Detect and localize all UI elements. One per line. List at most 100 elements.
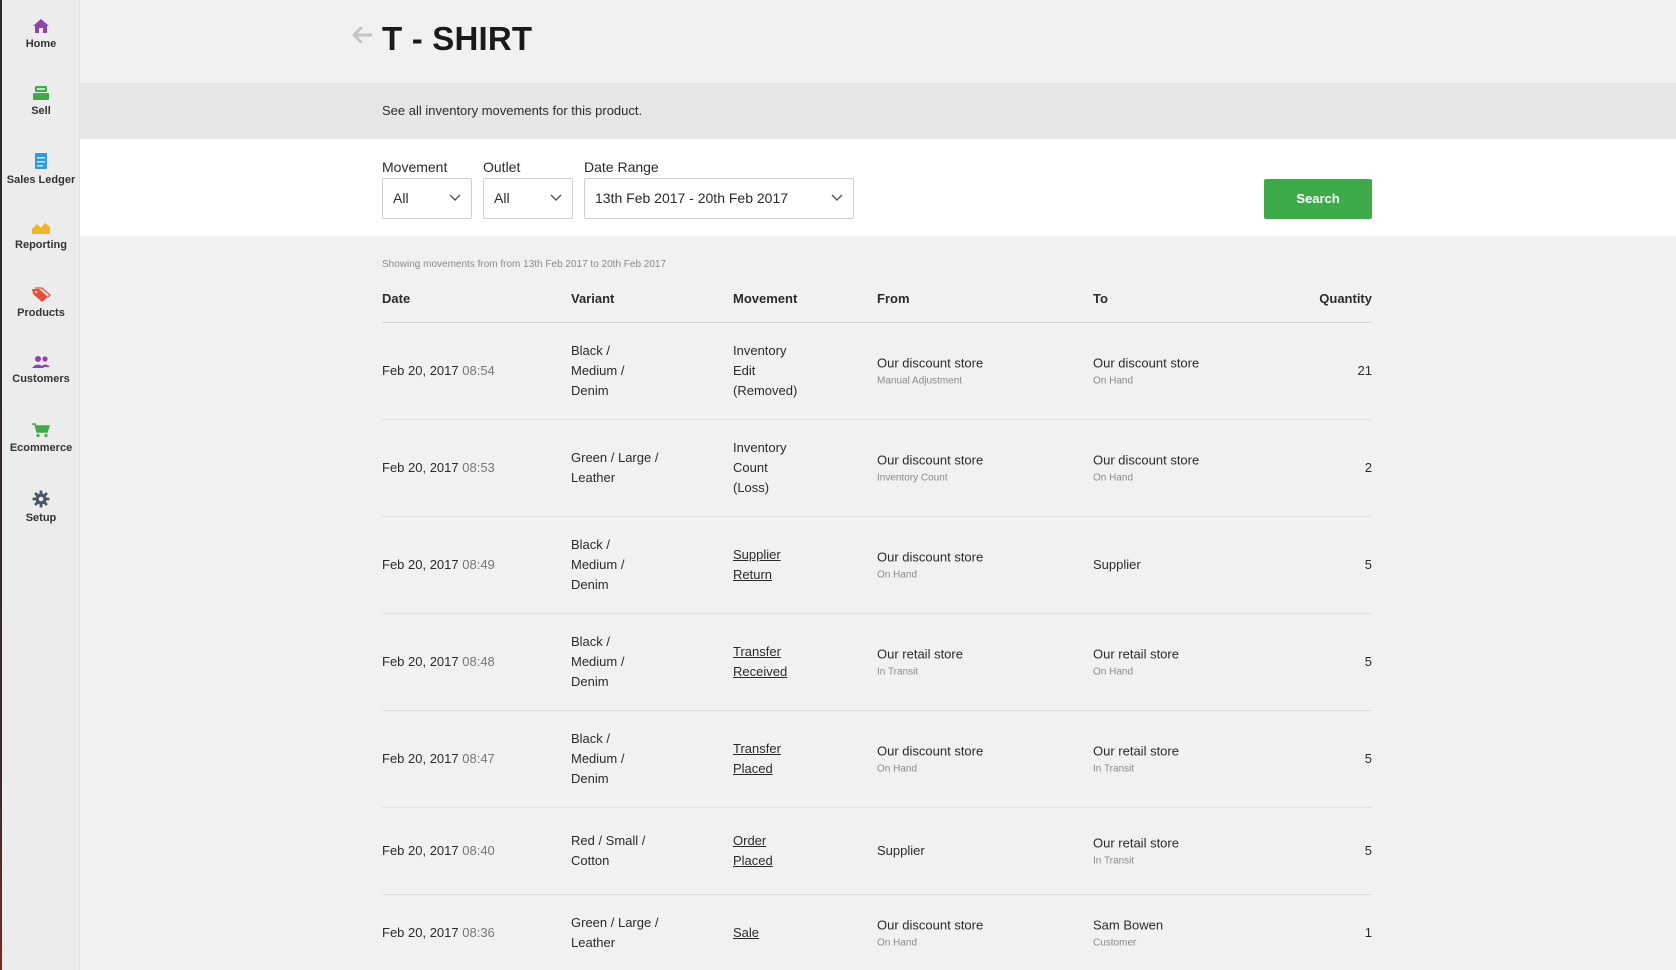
movement-cell: Inventory Edit (Removed) bbox=[733, 341, 813, 401]
from-cell: Our discount store On Hand bbox=[877, 548, 983, 583]
table-row: Feb 20, 2017 08:48 Black / Medium / Denim Tr… bbox=[382, 614, 1372, 711]
date-cell: Feb 20, 2017 08:54 bbox=[382, 361, 495, 381]
sidebar-item-setup[interactable]: Setup bbox=[2, 490, 80, 524]
from-cell: Our discount store Manual Adjustment bbox=[877, 354, 983, 389]
to-cell: Supplier bbox=[1093, 555, 1141, 575]
sidebar-item-sell[interactable]: Sell bbox=[2, 85, 80, 117]
time-text: 08:48 bbox=[462, 654, 495, 669]
quantity-cell: 5 bbox=[1365, 841, 1372, 861]
movement-filter-label: Movement bbox=[382, 159, 448, 175]
movement-link[interactable]: Transfer bbox=[733, 741, 781, 756]
from-cell: Supplier bbox=[877, 841, 925, 861]
movement-text: Count bbox=[733, 460, 768, 475]
to-location: Our retail store bbox=[1093, 835, 1179, 851]
from-location: Our retail store bbox=[877, 646, 963, 662]
column-header-to[interactable]: To bbox=[1093, 291, 1108, 306]
movement-line: Placed bbox=[733, 759, 813, 779]
movement-link[interactable]: Placed bbox=[733, 761, 773, 776]
table-body: Feb 20, 2017 08:54 Black / Medium / Denim In… bbox=[382, 323, 1372, 970]
quantity-cell: 2 bbox=[1365, 458, 1372, 478]
variant-cell: Black / Medium / Denim bbox=[571, 729, 671, 789]
movement-link[interactable]: Return bbox=[733, 567, 772, 582]
column-header-date[interactable]: Date bbox=[382, 291, 410, 306]
variant-line: Leather bbox=[571, 935, 616, 950]
variant-line: Green / Large / bbox=[571, 915, 659, 930]
date-cell: Feb 20, 2017 08:49 bbox=[382, 555, 495, 575]
date-text: Feb 20, 2017 bbox=[382, 654, 459, 669]
movement-link[interactable]: Order bbox=[733, 833, 766, 848]
movement-filter-value: All bbox=[393, 190, 409, 206]
date-text: Feb 20, 2017 bbox=[382, 751, 459, 766]
from-cell: Our discount store Inventory Count bbox=[877, 451, 983, 486]
to-status: On Hand bbox=[1093, 666, 1134, 678]
date-range-select[interactable]: 13th Feb 2017 - 20th Feb 2017 bbox=[584, 178, 854, 219]
column-header-quantity[interactable]: Quantity bbox=[1319, 291, 1372, 306]
date-cell: Feb 20, 2017 08:53 bbox=[382, 458, 495, 478]
movement-line: (Removed) bbox=[733, 381, 813, 401]
movement-link[interactable]: Supplier bbox=[733, 547, 781, 562]
time-text: 08:49 bbox=[462, 557, 495, 572]
movement-cell: Inventory Count (Loss) bbox=[733, 438, 813, 498]
movement-line: Count bbox=[733, 458, 813, 478]
movement-line: Transfer bbox=[733, 739, 813, 759]
movement-link[interactable]: Placed bbox=[733, 853, 773, 868]
quantity-cell: 21 bbox=[1358, 361, 1372, 381]
date-cell: Feb 20, 2017 08:48 bbox=[382, 652, 495, 672]
table-row: Feb 20, 2017 08:54 Black / Medium / Denim In… bbox=[382, 323, 1372, 420]
movement-filter-select[interactable]: All bbox=[382, 178, 472, 219]
to-status: In Transit bbox=[1093, 855, 1135, 867]
filter-bar: Movement All Outlet All Date Range 13th … bbox=[80, 139, 1676, 236]
column-header-movement[interactable]: Movement bbox=[733, 291, 797, 306]
chevron-down-icon bbox=[831, 194, 843, 201]
outlet-filter-select[interactable]: All bbox=[483, 178, 573, 219]
quantity-cell: 5 bbox=[1365, 555, 1372, 575]
sidebar-item-label: Home bbox=[25, 38, 57, 50]
variant-cell: Green / Large / Leather bbox=[571, 913, 671, 953]
movement-link[interactable]: Received bbox=[733, 664, 787, 679]
quantity-cell: 5 bbox=[1365, 652, 1372, 672]
sidebar-item-reporting[interactable]: Reporting bbox=[2, 221, 80, 251]
time-text: 08:47 bbox=[462, 751, 495, 766]
date-cell: Feb 20, 2017 08:36 bbox=[382, 923, 495, 943]
variant-line: Black / bbox=[571, 537, 611, 552]
to-location: Our retail store bbox=[1093, 743, 1179, 759]
variant-line: Cotton bbox=[571, 853, 610, 868]
variant-cell: Black / Medium / Denim bbox=[571, 632, 671, 692]
from-location: Our discount store bbox=[877, 917, 984, 933]
sidebar-item-products[interactable]: Products bbox=[2, 287, 80, 319]
back-button[interactable] bbox=[352, 26, 373, 48]
search-button[interactable]: Search bbox=[1264, 179, 1372, 219]
sidebar-item-sales-ledger[interactable]: Sales Ledger bbox=[2, 152, 80, 186]
from-location: Our discount store bbox=[877, 452, 984, 468]
column-header-from[interactable]: From bbox=[877, 291, 910, 306]
sidebar-item-ecommerce[interactable]: Ecommerce bbox=[2, 422, 80, 454]
sidebar-item-customers[interactable]: Customers bbox=[2, 355, 80, 385]
movement-link[interactable]: Transfer bbox=[733, 644, 781, 659]
from-location: Our discount store bbox=[877, 743, 984, 759]
table-row: Feb 20, 2017 08:36 Green / Large / Leather… bbox=[382, 895, 1372, 970]
movement-text: (Removed) bbox=[733, 383, 798, 398]
to-location: Supplier bbox=[1093, 557, 1141, 572]
movement-line: Supplier bbox=[733, 545, 813, 565]
column-header-variant[interactable]: Variant bbox=[571, 291, 614, 306]
from-status: On Hand bbox=[877, 569, 918, 581]
time-text: 08:53 bbox=[462, 460, 495, 475]
page-description-bar: See all inventory movements for this pro… bbox=[80, 83, 1676, 139]
from-status: In Transit bbox=[877, 666, 919, 678]
sidebar-item-label: Customers bbox=[12, 373, 70, 385]
movement-cell: Order Placed bbox=[733, 831, 813, 871]
to-cell: Sam Bowen Customer bbox=[1093, 916, 1163, 951]
variant-line: Black / bbox=[571, 343, 611, 358]
variant-line: Medium / bbox=[571, 363, 625, 378]
sidebar-item-home[interactable]: Home bbox=[2, 18, 80, 50]
from-cell: Our discount store On Hand bbox=[877, 916, 983, 951]
quantity-value: 5 bbox=[1364, 843, 1372, 858]
movement-link[interactable]: Sale bbox=[733, 925, 759, 940]
sidebar-item-label: Setup bbox=[25, 512, 57, 524]
movement-line: Inventory bbox=[733, 341, 813, 361]
variant-line: Green / Large / bbox=[571, 450, 659, 465]
table-row: Feb 20, 2017 08:53 Green / Large / Leather… bbox=[382, 420, 1372, 517]
variant-line: Denim bbox=[571, 577, 609, 592]
date-cell: Feb 20, 2017 08:47 bbox=[382, 749, 495, 769]
to-status: Customer bbox=[1093, 937, 1137, 949]
